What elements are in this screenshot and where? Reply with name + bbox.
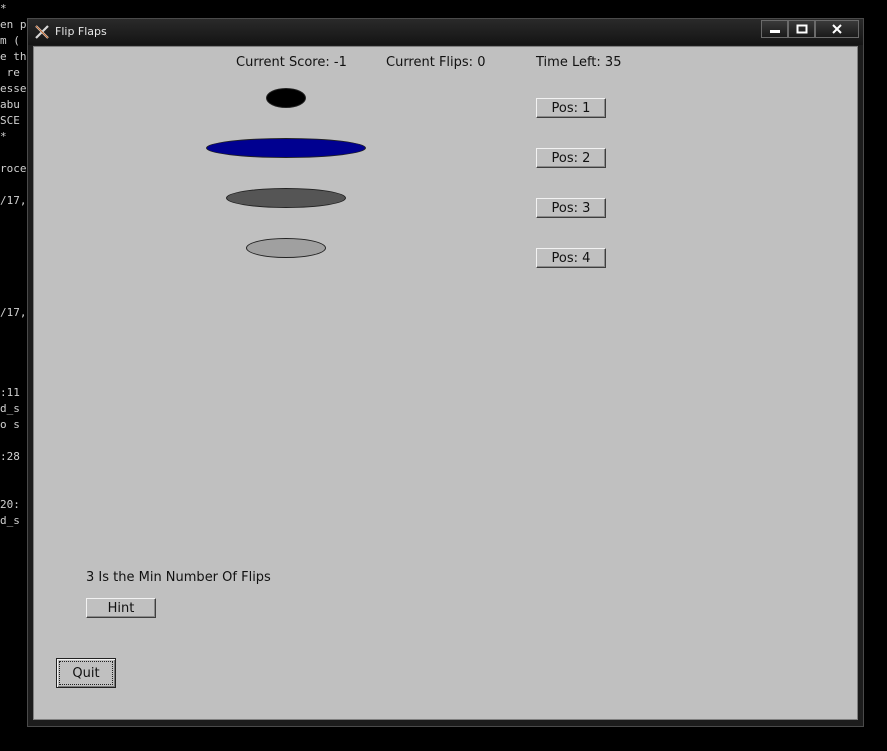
- terminal-line: :11: [0, 386, 20, 399]
- pos-4-button[interactable]: Pos: 4: [536, 248, 606, 268]
- disc-3: [226, 188, 346, 208]
- game-canvas: Current Score: -1 Current Flips: 0 Time …: [33, 46, 858, 720]
- minimize-icon: [769, 30, 780, 33]
- terminal-line: :28: [0, 450, 20, 463]
- current-score-label: Current Score: -1: [236, 55, 347, 70]
- time-left-label: Time Left: 35: [536, 55, 622, 70]
- min-flips-text: 3 Is the Min Number Of Flips: [86, 570, 271, 585]
- terminal-line: m (: [0, 34, 20, 47]
- disc-2: [206, 138, 366, 158]
- window-title: Flip Flaps: [55, 25, 107, 38]
- terminal-line: d_s: [0, 514, 20, 527]
- quit-button[interactable]: Quit: [56, 658, 116, 688]
- terminal-line: esse: [0, 82, 27, 95]
- close-icon: [832, 24, 842, 34]
- disc-1: [266, 88, 306, 108]
- flip-flaps-window: Flip Flaps Current Score: -1 Current Fli…: [27, 18, 864, 727]
- title-bar[interactable]: Flip Flaps: [28, 19, 863, 45]
- close-button[interactable]: [815, 20, 859, 38]
- maximize-button[interactable]: [788, 20, 815, 38]
- terminal-line: abu: [0, 98, 20, 111]
- hint-button[interactable]: Hint: [86, 598, 156, 618]
- disc-4: [246, 238, 326, 258]
- terminal-line: *: [0, 130, 7, 143]
- terminal-line: SCE: [0, 114, 20, 127]
- current-flips-label: Current Flips: 0: [386, 55, 486, 70]
- terminal-line: /17,: [0, 306, 27, 319]
- terminal-line: roce: [0, 162, 27, 175]
- terminal-line: e th: [0, 50, 27, 63]
- window-controls: [761, 20, 859, 38]
- pos-3-button[interactable]: Pos: 3: [536, 198, 606, 218]
- terminal-line: 20:: [0, 498, 20, 511]
- terminal-line: *: [0, 2, 7, 15]
- pos-1-button[interactable]: Pos: 1: [536, 98, 606, 118]
- terminal-line: /17,: [0, 194, 27, 207]
- maximize-icon: [796, 24, 807, 34]
- terminal-line: en p: [0, 18, 27, 31]
- pos-2-button[interactable]: Pos: 2: [536, 148, 606, 168]
- terminal-line: re: [0, 66, 20, 79]
- terminal-line: o s: [0, 418, 20, 431]
- x-app-icon: [35, 25, 49, 39]
- terminal-line: d_s: [0, 402, 20, 415]
- minimize-button[interactable]: [761, 20, 788, 38]
